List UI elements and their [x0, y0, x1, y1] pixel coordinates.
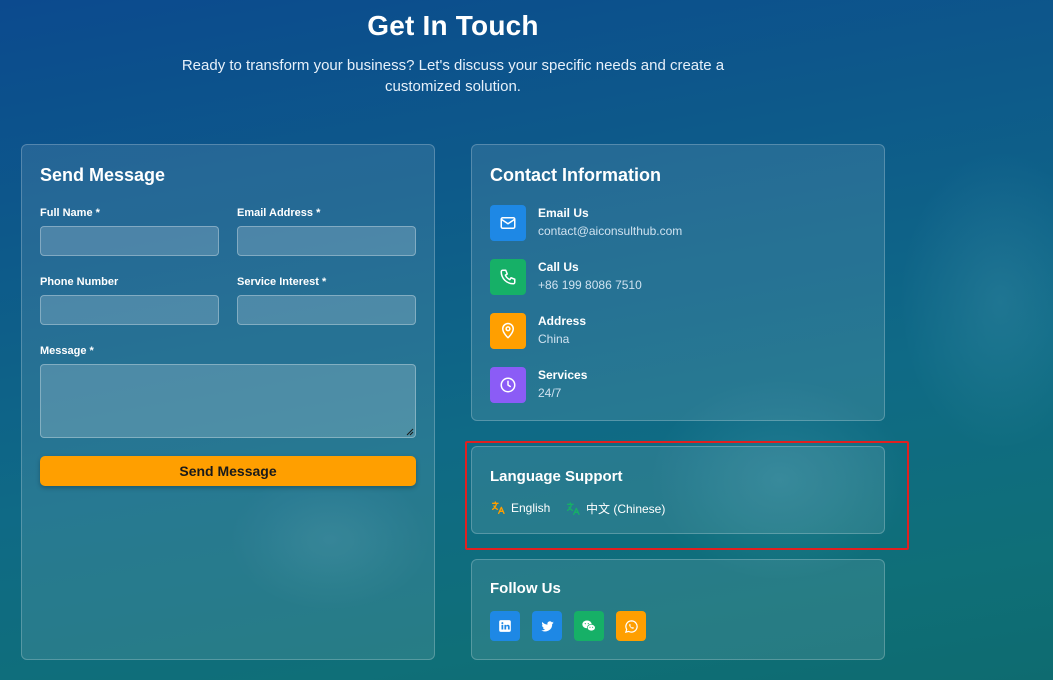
linkedin-icon	[499, 620, 511, 632]
linkedin-button[interactable]	[490, 611, 520, 641]
full-name-input[interactable]	[40, 226, 219, 256]
send-message-card: Send Message Full Name * Email Address *…	[21, 144, 435, 660]
full-name-label: Full Name *	[40, 207, 100, 219]
map-pin-icon	[490, 313, 526, 349]
clock-icon	[490, 367, 526, 403]
contact-phone-value[interactable]: +86 199 8086 7510	[538, 278, 642, 292]
page-title: Get In Touch	[367, 10, 539, 41]
language-support-title: Language Support	[490, 468, 623, 485]
background-glow	[900, 150, 1053, 450]
contact-item-label: Address	[538, 314, 587, 328]
language-support-card: Language Support English 中文 (Chinese)	[471, 446, 885, 534]
email-label: Email Address *	[237, 207, 321, 219]
resize-handle-icon[interactable]	[406, 428, 414, 436]
phone-input[interactable]	[40, 295, 219, 325]
twitter-button[interactable]	[532, 611, 562, 641]
whatsapp-icon	[624, 619, 638, 633]
contact-address-row: Address China	[490, 313, 850, 349]
service-interest-label: Service Interest *	[237, 276, 327, 288]
twitter-icon	[540, 620, 554, 631]
follow-us-title: Follow Us	[490, 580, 561, 597]
message-field-wrapper	[40, 364, 416, 438]
follow-us-card: Follow Us	[471, 559, 885, 660]
mail-icon	[490, 205, 526, 241]
contact-email-row: Email Us contact@aiconsulthub.com	[490, 205, 850, 241]
contact-information-title: Contact Information	[490, 165, 661, 185]
contact-email-value[interactable]: contact@aiconsulthub.com	[538, 224, 682, 238]
contact-item-label: Services	[538, 368, 588, 382]
contact-address-value: China	[538, 332, 570, 346]
message-label: Message *	[40, 345, 94, 357]
phone-label: Phone Number	[40, 276, 119, 288]
service-interest-select[interactable]	[237, 295, 416, 325]
contact-item-label: Call Us	[538, 260, 579, 274]
phone-icon	[490, 259, 526, 295]
language-label: English	[511, 501, 551, 515]
language-item-chinese[interactable]: 中文 (Chinese)	[565, 500, 665, 517]
page-subtitle: Ready to transform your business? Let's …	[181, 57, 725, 95]
translate-icon	[567, 501, 580, 515]
wechat-icon	[582, 620, 596, 632]
send-message-title: Send Message	[40, 165, 166, 185]
message-textarea[interactable]	[40, 364, 416, 438]
contact-phone-row: Call Us +86 199 8086 7510	[490, 259, 850, 295]
send-message-button[interactable]: Send Message	[40, 456, 416, 486]
whatsapp-button[interactable]	[616, 611, 646, 641]
translate-icon	[492, 501, 505, 514]
contact-item-label: Email Us	[538, 206, 589, 220]
wechat-button[interactable]	[574, 611, 604, 641]
language-item-english[interactable]: English	[490, 500, 550, 516]
language-label: 中文 (Chinese)	[586, 502, 666, 516]
contact-information-card: Contact Information Email Us contact@aic…	[471, 144, 885, 421]
contact-services-value: 24/7	[538, 386, 562, 400]
email-input[interactable]	[237, 226, 416, 256]
contact-services-row: Services 24/7	[490, 367, 850, 403]
